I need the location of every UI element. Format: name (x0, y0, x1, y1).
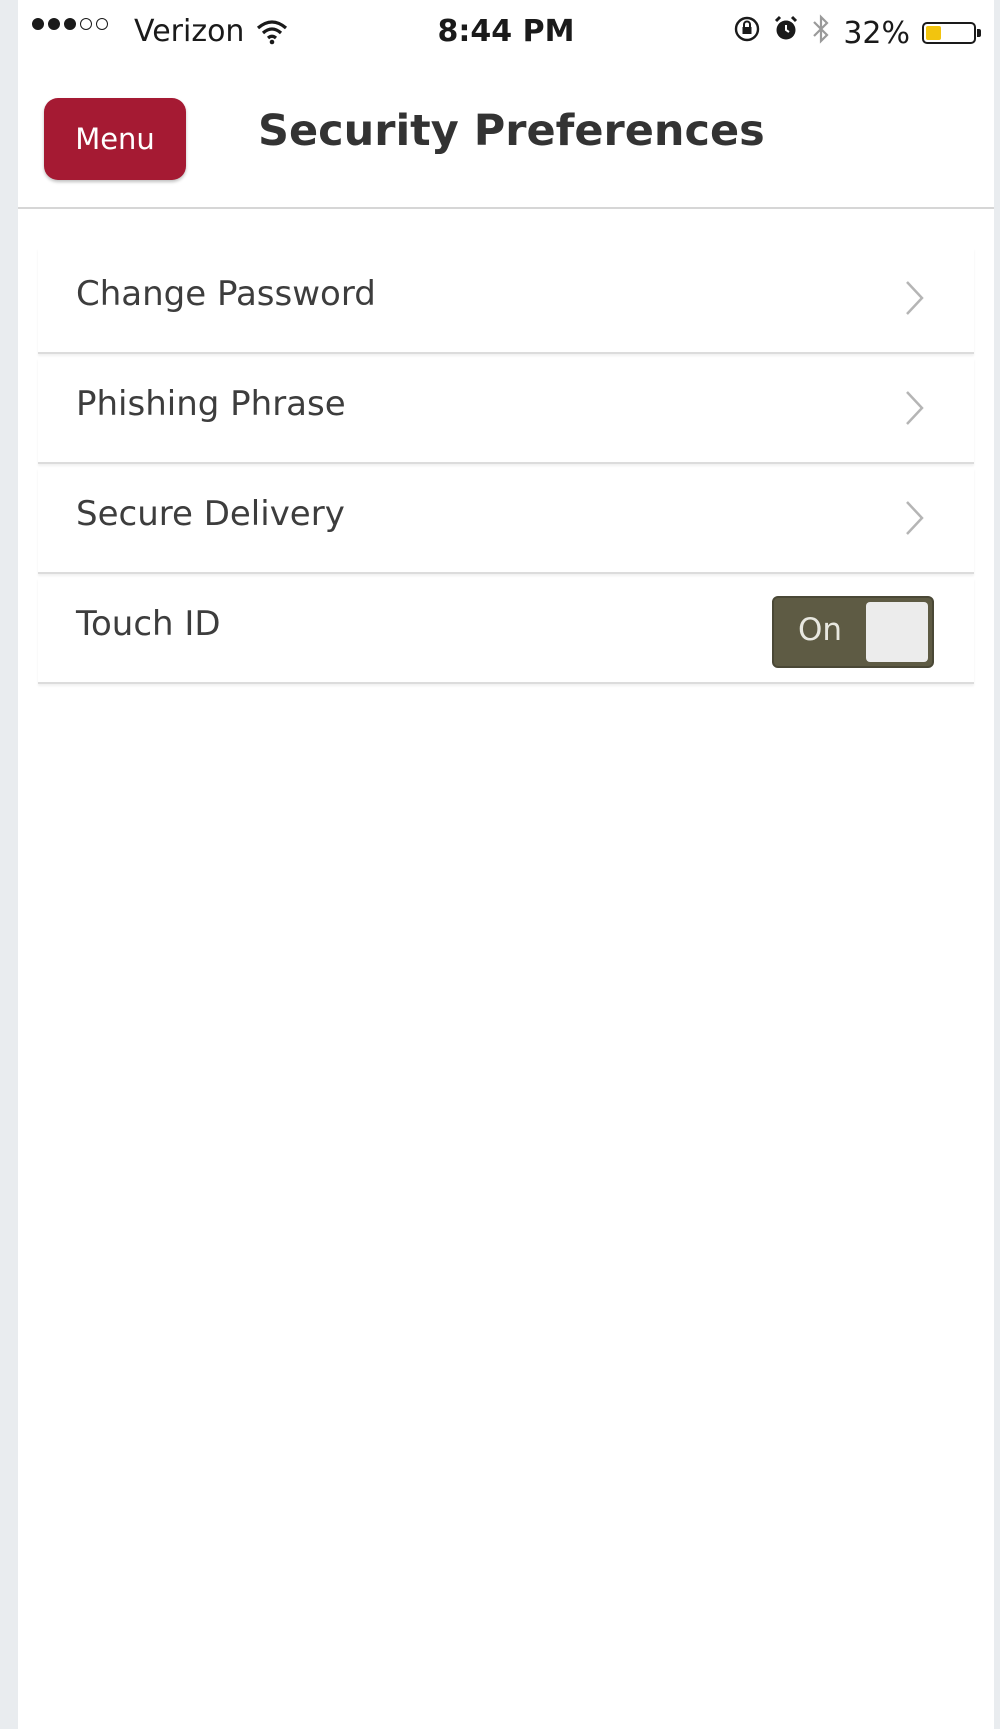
toggle-knob[interactable] (866, 602, 928, 662)
battery-icon (922, 22, 981, 44)
settings-row-secure-delivery[interactable]: Secure Delivery (38, 468, 974, 574)
status-bar: Verizon 8:44 PM 32% (18, 0, 994, 70)
settings-row-change-password[interactable]: Change Password (38, 248, 974, 354)
battery-percent: 32% (843, 15, 910, 51)
toggle-state-label: On (798, 612, 843, 648)
chevron-right-icon (904, 278, 926, 318)
touch-id-toggle[interactable]: On (772, 596, 934, 668)
orientation-lock-icon (733, 15, 761, 51)
settings-list: Change Password Phishing Phrase Secure D… (38, 248, 974, 688)
battery-level-fill (926, 26, 941, 40)
status-icons: 32% (733, 14, 981, 52)
alarm-icon (773, 15, 799, 51)
settings-row-label: Phishing Phrase (76, 384, 346, 424)
page-title: Security Preferences (258, 106, 765, 156)
settings-row-touch-id: Touch ID On (38, 578, 974, 684)
chevron-right-icon (904, 498, 926, 538)
menu-button[interactable]: Menu (44, 98, 186, 180)
settings-row-label: Touch ID (76, 604, 221, 644)
settings-row-phishing-phrase[interactable]: Phishing Phrase (38, 358, 974, 464)
app-header: Menu Security Preferences (18, 70, 994, 209)
bluetooth-icon (811, 14, 831, 52)
settings-row-label: Change Password (76, 274, 376, 314)
settings-row-label: Secure Delivery (76, 494, 345, 534)
app-screen: Verizon 8:44 PM 32% Menu Security Prefer… (18, 0, 994, 1729)
chevron-right-icon (904, 388, 926, 428)
